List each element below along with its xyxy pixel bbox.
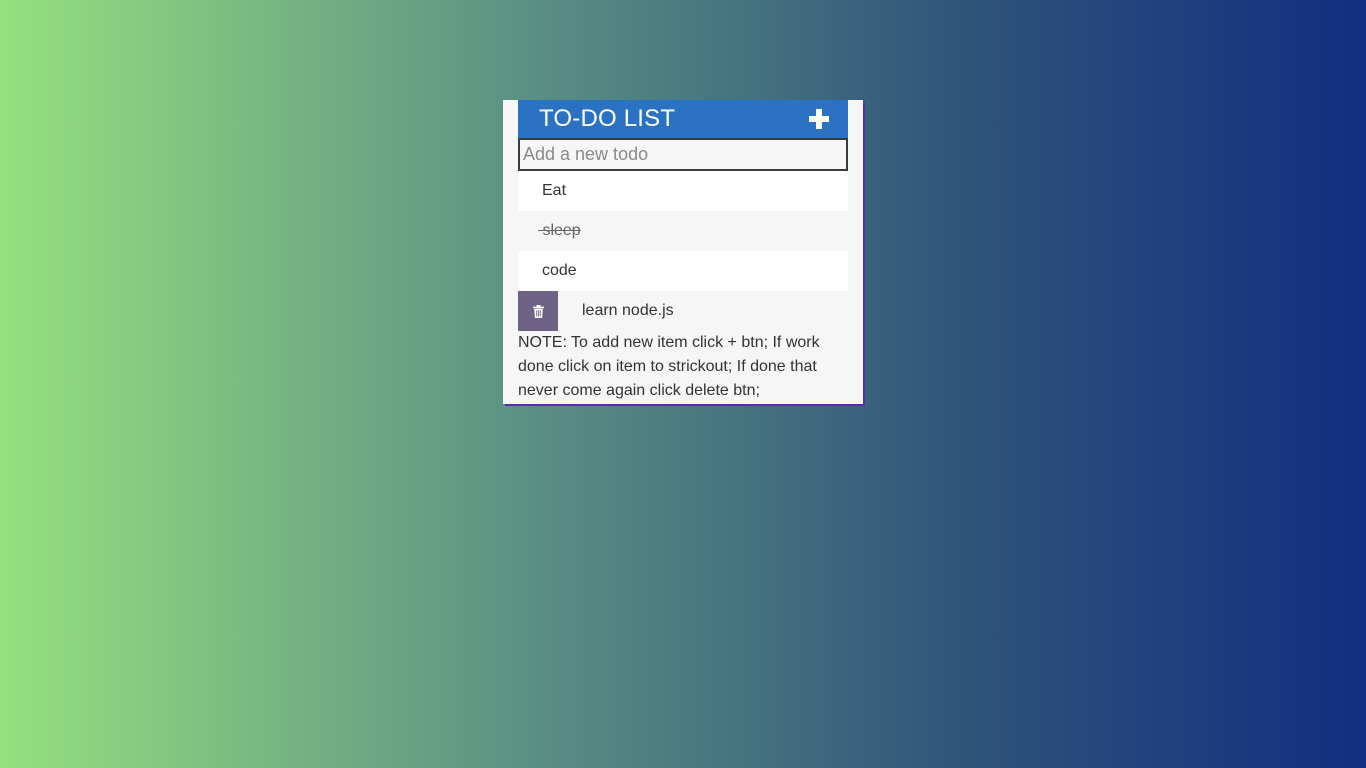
todo-container: TO-DO LIST Eat sleep code l xyxy=(503,100,863,404)
todo-item-eat[interactable]: Eat xyxy=(518,171,848,211)
note-text: NOTE: To add new item click + btn; If wo… xyxy=(518,334,820,399)
todo-header: TO-DO LIST xyxy=(518,100,848,138)
new-todo-input[interactable] xyxy=(518,138,848,171)
todo-item-label: sleep xyxy=(542,222,581,239)
todo-item-sleep[interactable]: sleep xyxy=(518,211,848,251)
todo-item-label: Eat xyxy=(542,182,567,199)
page-title: TO-DO LIST xyxy=(539,105,676,132)
plus-icon[interactable] xyxy=(809,109,829,129)
todo-item-label: code xyxy=(542,262,577,279)
delete-button[interactable] xyxy=(518,291,558,331)
todo-list: Eat sleep code learn node.js xyxy=(518,171,848,331)
todo-item-learn-node[interactable]: learn node.js xyxy=(518,291,848,331)
trash-icon xyxy=(532,304,544,318)
todo-item-label: learn node.js xyxy=(582,302,674,319)
todo-item-code[interactable]: code xyxy=(518,251,848,291)
